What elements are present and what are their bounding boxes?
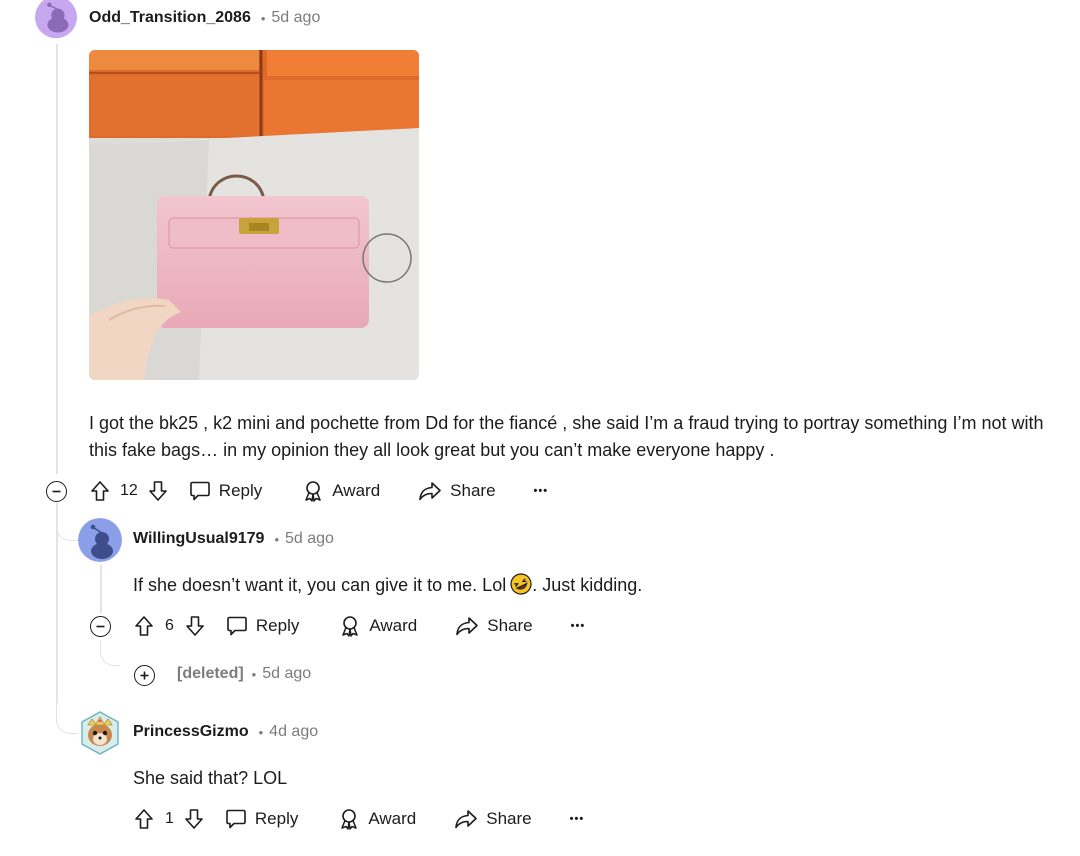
reply-label: Reply — [254, 809, 299, 828]
username[interactable]: Odd_Transition_2086 — [89, 9, 251, 27]
comment-actions: 1 Reply Award Share ••• — [133, 805, 584, 833]
share-label: Share — [450, 481, 496, 500]
minus-circle-icon — [51, 486, 62, 497]
comment-body: She said that? LOL — [133, 768, 288, 788]
comment-meta: [deleted] • 5d ago — [177, 665, 311, 683]
thread-connector-deleted — [100, 640, 120, 666]
award-icon — [302, 480, 324, 502]
vote-count: 12 — [120, 482, 138, 499]
comment-actions: 12 Reply Award Share ••• — [89, 477, 548, 505]
share-button[interactable]: Share — [454, 809, 532, 829]
downvote-icon[interactable] — [147, 480, 169, 502]
expand-thread-button[interactable] — [134, 665, 155, 686]
reply-label: Reply — [218, 481, 263, 500]
avatar[interactable] — [78, 518, 122, 562]
avatar[interactable] — [80, 711, 120, 755]
username[interactable]: PrincessGizmo — [133, 723, 249, 741]
timestamp[interactable]: 5d ago — [271, 9, 320, 27]
separator-dot: • — [251, 666, 257, 682]
upvote-icon[interactable] — [133, 615, 155, 637]
award-button[interactable]: Award — [339, 615, 417, 637]
upvote-icon[interactable] — [133, 808, 155, 830]
comment-actions: 6 Reply Award Share ••• — [133, 612, 585, 640]
award-button[interactable]: Award — [302, 480, 380, 502]
award-label: Award — [369, 616, 418, 635]
award-icon — [339, 615, 361, 637]
more-options-button[interactable]: ••• — [571, 620, 586, 632]
rofl-emoji-icon — [510, 573, 532, 595]
timestamp[interactable]: 5d ago — [262, 665, 311, 683]
award-button[interactable]: Award — [338, 808, 416, 830]
share-button[interactable]: Share — [455, 616, 533, 636]
downvote-icon[interactable] — [183, 808, 205, 830]
plus-circle-icon — [139, 670, 150, 681]
comment-body: I got the bk25 , k2 mini and pochette fr… — [89, 413, 1044, 460]
timestamp[interactable]: 5d ago — [285, 530, 334, 548]
reply-button[interactable]: Reply — [226, 616, 299, 636]
share-arrow-icon — [454, 809, 478, 829]
collapse-thread-button[interactable] — [90, 616, 111, 637]
award-label: Award — [332, 481, 381, 500]
comment-body-text-end: . Just kidding. — [532, 575, 643, 595]
thread-line-reply-1 — [100, 565, 102, 613]
reply-button[interactable]: Reply — [225, 809, 298, 829]
avatar[interactable] — [34, 0, 78, 42]
separator-dot: • — [260, 10, 266, 26]
reply-button[interactable]: Reply — [189, 481, 262, 501]
thread-connector-reply-2 — [56, 700, 78, 734]
comment-meta: WillingUsual9179 • 5d ago — [133, 530, 334, 548]
award-label: Award — [368, 809, 417, 828]
comment-bubble-icon — [225, 809, 247, 829]
minus-circle-icon — [95, 621, 106, 632]
share-label: Share — [487, 616, 533, 635]
award-icon — [338, 808, 360, 830]
thread-connector-reply-1 — [56, 505, 78, 541]
share-arrow-icon — [455, 616, 479, 636]
deleted-username: [deleted] — [177, 665, 244, 682]
comment-body: If she doesn’t want it, you can give it … — [133, 572, 1033, 599]
thread-line-main — [56, 44, 58, 474]
downvote-icon[interactable] — [184, 615, 206, 637]
reply-label: Reply — [255, 616, 300, 635]
collapse-thread-button[interactable] — [46, 481, 67, 502]
username[interactable]: WillingUsual9179 — [133, 530, 264, 548]
comment-bubble-icon — [226, 616, 248, 636]
comment-body-text: If she doesn’t want it, you can give it … — [133, 575, 507, 595]
separator-dot: • — [258, 724, 264, 740]
separator-dot: • — [274, 531, 280, 547]
comment-image[interactable] — [89, 50, 419, 380]
upvote-icon[interactable] — [89, 480, 111, 502]
more-options-button[interactable]: ••• — [570, 813, 585, 825]
timestamp[interactable]: 4d ago — [269, 723, 318, 741]
comment-bubble-icon — [189, 481, 211, 501]
more-options-button[interactable]: ••• — [534, 485, 549, 497]
share-arrow-icon — [418, 481, 442, 501]
comment-meta: PrincessGizmo • 4d ago — [133, 723, 318, 741]
share-label: Share — [486, 809, 532, 828]
vote-count: 1 — [165, 810, 174, 827]
comment-meta: Odd_Transition_2086 • 5d ago — [89, 9, 320, 27]
vote-count: 6 — [165, 617, 174, 634]
share-button[interactable]: Share — [418, 481, 496, 501]
